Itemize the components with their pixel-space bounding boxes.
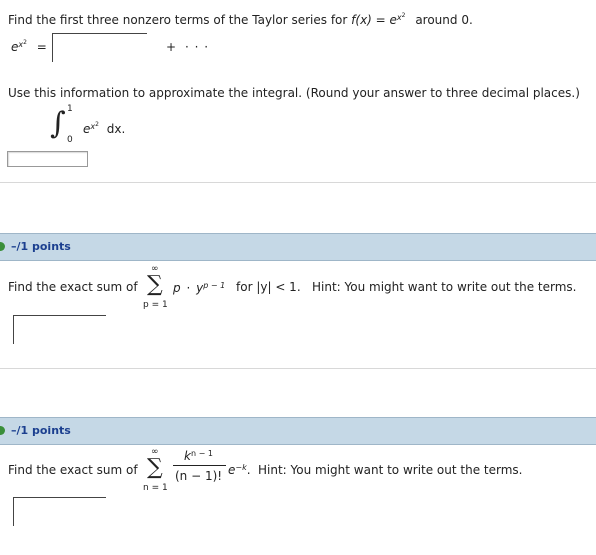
around-text: around 0. <box>415 13 473 27</box>
points-label: –/1 points <box>11 240 71 253</box>
sum-prompt: Find the exact sum of <box>8 463 138 477</box>
sum-condition: for |y| < 1. <box>236 280 301 294</box>
sum-prompt: Find the exact sum of <box>8 280 138 294</box>
sum-lower-limit: p = 1 <box>143 300 168 310</box>
fraction-denominator: (n − 1)! <box>175 469 223 483</box>
taylor-question-text: Find the first three nonzero terms of th… <box>8 12 473 27</box>
sigma-icon: ∑ <box>147 455 163 480</box>
plus-sign: + <box>166 40 177 54</box>
divider <box>0 368 596 369</box>
divider <box>0 182 596 183</box>
taylor-series-answer-field[interactable] <box>52 33 147 62</box>
expand-icon[interactable] <box>0 426 5 435</box>
question-2-header: –/1 points <box>0 233 596 261</box>
series-lhs: ex2 = <box>11 39 47 54</box>
points-label: –/1 points <box>11 424 71 437</box>
integral-sign: ∫ <box>50 106 66 141</box>
integral-answer-input[interactable] <box>7 151 88 167</box>
sigma-icon: ∑ <box>147 272 163 297</box>
integral-upper-limit: 1 <box>67 104 73 114</box>
taylor-prompt: Find the first three nonzero terms of th… <box>8 13 348 27</box>
question-3-header: –/1 points <box>0 417 596 445</box>
sum-lower-limit: n = 1 <box>143 483 168 493</box>
sum-hint: Hint: You might want to write out the te… <box>258 463 523 477</box>
integrand: ex2 dx. <box>83 121 126 136</box>
integral-lower-limit: 0 <box>67 135 73 145</box>
sum-answer-field[interactable] <box>13 497 106 526</box>
function-lhs: f(x) = e <box>351 13 397 27</box>
approximate-prompt: Use this information to approximate the … <box>8 86 580 100</box>
sum-term: p · yp − 1 <box>173 281 226 295</box>
exponential-factor: e−k. <box>228 463 251 477</box>
fraction-numerator: kn − 1 <box>184 449 213 463</box>
function-exponent: x2 <box>396 12 406 22</box>
sum-answer-field[interactable] <box>13 315 106 344</box>
expand-icon[interactable] <box>0 242 5 251</box>
ellipsis: · · · <box>185 40 210 54</box>
sum-hint: Hint: You might want to write out the te… <box>312 280 577 294</box>
fraction-bar <box>173 465 226 466</box>
